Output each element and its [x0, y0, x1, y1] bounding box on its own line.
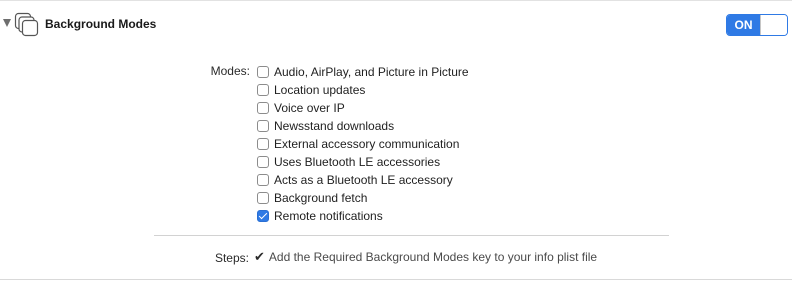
mode-newsstand-downloads[interactable]: Newsstand downloads [257, 117, 469, 135]
mode-label: Voice over IP [274, 101, 345, 115]
section-divider [154, 235, 669, 236]
mode-label: Remote notifications [274, 209, 383, 223]
mode-voice-over-ip[interactable]: Voice over IP [257, 99, 469, 117]
disclosure-triangle-icon[interactable] [3, 19, 11, 27]
mode-label: Acts as a Bluetooth LE accessory [274, 173, 453, 187]
steps-label: Steps: [214, 251, 249, 265]
checkmark-icon: ✔ [254, 249, 265, 264]
mode-remote-notifications[interactable]: Remote notifications [257, 207, 469, 225]
mode-checkbox[interactable] [257, 138, 269, 150]
toggle-knob [760, 15, 787, 35]
mode-checkbox[interactable] [257, 84, 269, 96]
mode-label: Background fetch [274, 191, 368, 205]
step-text: Add the Required Background Modes key to… [268, 250, 598, 264]
mode-label: Newsstand downloads [274, 119, 395, 133]
top-divider [0, 0, 792, 1]
background-modes-icon [14, 12, 39, 37]
mode-checkbox[interactable] [257, 66, 269, 78]
mode-checkbox[interactable] [257, 120, 269, 132]
bottom-divider [0, 279, 792, 280]
mode-external-accessory[interactable]: External accessory communication [257, 135, 469, 153]
modes-checkbox-list: Audio, AirPlay, and Picture in Picture L… [257, 63, 469, 225]
mode-checkbox[interactable] [257, 102, 269, 114]
capability-title: Background Modes [45, 17, 157, 31]
capability-toggle[interactable]: ON [726, 14, 788, 36]
mode-checkbox[interactable] [257, 210, 269, 222]
mode-checkbox[interactable] [257, 156, 269, 168]
toggle-on-label: ON [727, 15, 760, 35]
mode-label: External accessory communication [274, 137, 460, 151]
step-item: ✔ Add the Required Background Modes key … [254, 249, 598, 265]
mode-label: Location updates [274, 83, 366, 97]
mode-label: Uses Bluetooth LE accessories [274, 155, 441, 169]
mode-bluetooth-le-accessories[interactable]: Uses Bluetooth LE accessories [257, 153, 469, 171]
mode-label: Audio, AirPlay, and Picture in Picture [274, 65, 469, 79]
mode-acts-as-bluetooth-le[interactable]: Acts as a Bluetooth LE accessory [257, 171, 469, 189]
modes-label: Modes: [210, 64, 250, 78]
mode-audio-airplay-pip[interactable]: Audio, AirPlay, and Picture in Picture [257, 63, 469, 81]
mode-location-updates[interactable]: Location updates [257, 81, 469, 99]
mode-background-fetch[interactable]: Background fetch [257, 189, 469, 207]
mode-checkbox[interactable] [257, 192, 269, 204]
mode-checkbox[interactable] [257, 174, 269, 186]
